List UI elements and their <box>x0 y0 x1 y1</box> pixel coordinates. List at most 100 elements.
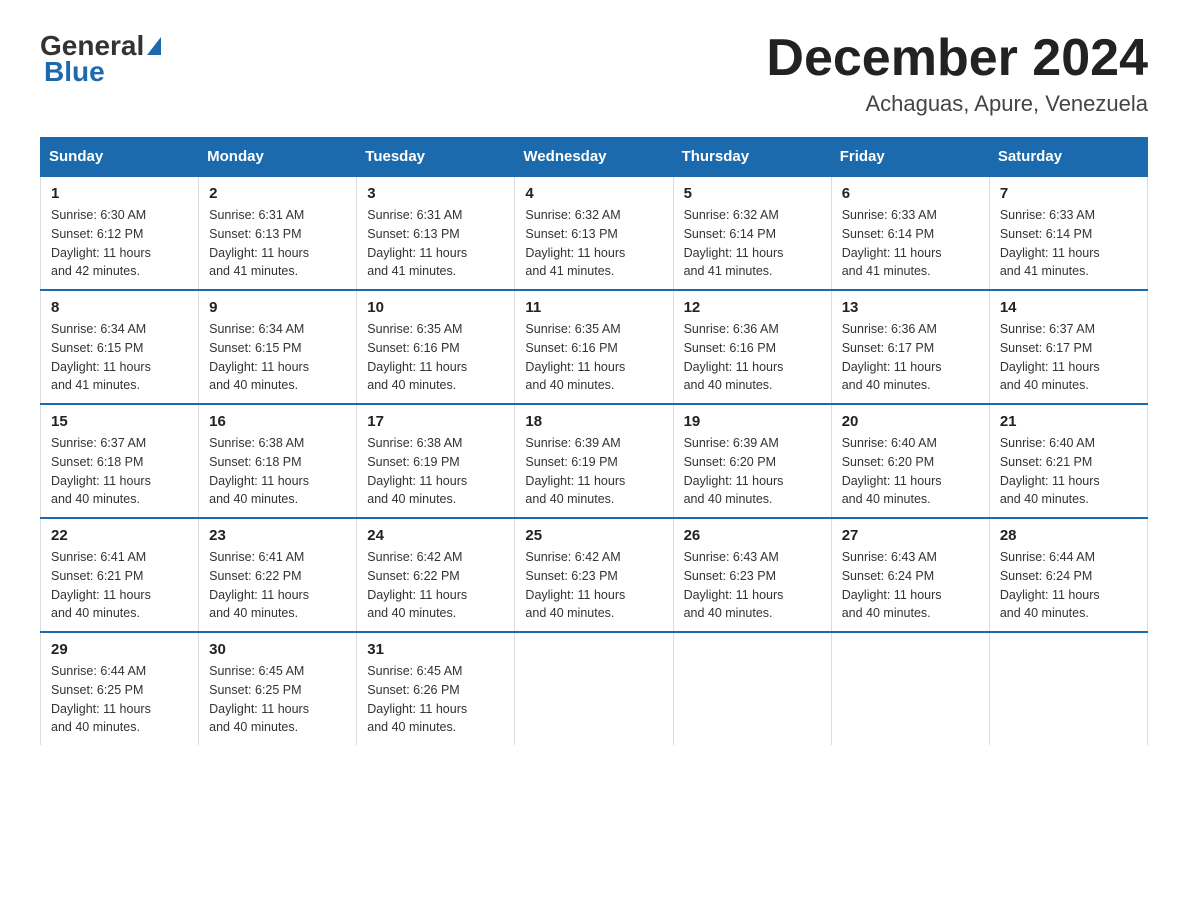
calendar-cell: 26 Sunrise: 6:43 AM Sunset: 6:23 PM Dayl… <box>673 518 831 632</box>
header-day-monday: Monday <box>199 138 357 177</box>
calendar-cell: 2 Sunrise: 6:31 AM Sunset: 6:13 PM Dayli… <box>199 176 357 290</box>
calendar-cell: 24 Sunrise: 6:42 AM Sunset: 6:22 PM Dayl… <box>357 518 515 632</box>
calendar-cell: 3 Sunrise: 6:31 AM Sunset: 6:13 PM Dayli… <box>357 176 515 290</box>
calendar-cell: 29 Sunrise: 6:44 AM Sunset: 6:25 PM Dayl… <box>41 632 199 745</box>
calendar-cell: 12 Sunrise: 6:36 AM Sunset: 6:16 PM Dayl… <box>673 290 831 404</box>
day-number: 9 <box>209 299 346 316</box>
header-day-tuesday: Tuesday <box>357 138 515 177</box>
day-info: Sunrise: 6:42 AM Sunset: 6:23 PM Dayligh… <box>525 548 662 623</box>
calendar-cell: 5 Sunrise: 6:32 AM Sunset: 6:14 PM Dayli… <box>673 176 831 290</box>
day-info: Sunrise: 6:44 AM Sunset: 6:25 PM Dayligh… <box>51 662 188 737</box>
calendar-cell: 10 Sunrise: 6:35 AM Sunset: 6:16 PM Dayl… <box>357 290 515 404</box>
day-number: 11 <box>525 299 662 316</box>
day-info: Sunrise: 6:33 AM Sunset: 6:14 PM Dayligh… <box>842 206 979 281</box>
day-number: 26 <box>684 527 821 544</box>
calendar-cell: 27 Sunrise: 6:43 AM Sunset: 6:24 PM Dayl… <box>831 518 989 632</box>
day-number: 20 <box>842 413 979 430</box>
day-number: 7 <box>1000 185 1137 202</box>
calendar-cell: 9 Sunrise: 6:34 AM Sunset: 6:15 PM Dayli… <box>199 290 357 404</box>
day-info: Sunrise: 6:31 AM Sunset: 6:13 PM Dayligh… <box>367 206 504 281</box>
day-number: 14 <box>1000 299 1137 316</box>
day-number: 13 <box>842 299 979 316</box>
calendar-cell <box>673 632 831 745</box>
calendar-cell: 18 Sunrise: 6:39 AM Sunset: 6:19 PM Dayl… <box>515 404 673 518</box>
day-info: Sunrise: 6:30 AM Sunset: 6:12 PM Dayligh… <box>51 206 188 281</box>
day-info: Sunrise: 6:37 AM Sunset: 6:18 PM Dayligh… <box>51 434 188 509</box>
day-info: Sunrise: 6:44 AM Sunset: 6:24 PM Dayligh… <box>1000 548 1137 623</box>
day-number: 18 <box>525 413 662 430</box>
calendar-week-2: 8 Sunrise: 6:34 AM Sunset: 6:15 PM Dayli… <box>41 290 1148 404</box>
day-number: 28 <box>1000 527 1137 544</box>
calendar-week-5: 29 Sunrise: 6:44 AM Sunset: 6:25 PM Dayl… <box>41 632 1148 745</box>
calendar-cell: 23 Sunrise: 6:41 AM Sunset: 6:22 PM Dayl… <box>199 518 357 632</box>
calendar-cell: 31 Sunrise: 6:45 AM Sunset: 6:26 PM Dayl… <box>357 632 515 745</box>
location-label: Achaguas, Apure, Venezuela <box>766 91 1148 117</box>
calendar-cell: 8 Sunrise: 6:34 AM Sunset: 6:15 PM Dayli… <box>41 290 199 404</box>
day-number: 8 <box>51 299 188 316</box>
calendar-cell: 17 Sunrise: 6:38 AM Sunset: 6:19 PM Dayl… <box>357 404 515 518</box>
header-day-thursday: Thursday <box>673 138 831 177</box>
day-number: 16 <box>209 413 346 430</box>
day-info: Sunrise: 6:38 AM Sunset: 6:18 PM Dayligh… <box>209 434 346 509</box>
calendar-cell: 7 Sunrise: 6:33 AM Sunset: 6:14 PM Dayli… <box>989 176 1147 290</box>
header-day-sunday: Sunday <box>41 138 199 177</box>
day-info: Sunrise: 6:40 AM Sunset: 6:20 PM Dayligh… <box>842 434 979 509</box>
calendar-cell: 25 Sunrise: 6:42 AM Sunset: 6:23 PM Dayl… <box>515 518 673 632</box>
logo-blue: Blue <box>44 56 105 87</box>
day-number: 4 <box>525 185 662 202</box>
calendar-body: 1 Sunrise: 6:30 AM Sunset: 6:12 PM Dayli… <box>41 176 1148 745</box>
day-number: 15 <box>51 413 188 430</box>
header-day-saturday: Saturday <box>989 138 1147 177</box>
day-number: 21 <box>1000 413 1137 430</box>
day-info: Sunrise: 6:39 AM Sunset: 6:20 PM Dayligh… <box>684 434 821 509</box>
day-number: 29 <box>51 641 188 658</box>
calendar-cell: 19 Sunrise: 6:39 AM Sunset: 6:20 PM Dayl… <box>673 404 831 518</box>
logo-triangle-icon <box>147 37 161 55</box>
day-info: Sunrise: 6:32 AM Sunset: 6:13 PM Dayligh… <box>525 206 662 281</box>
calendar-cell: 20 Sunrise: 6:40 AM Sunset: 6:20 PM Dayl… <box>831 404 989 518</box>
day-number: 31 <box>367 641 504 658</box>
calendar-week-3: 15 Sunrise: 6:37 AM Sunset: 6:18 PM Dayl… <box>41 404 1148 518</box>
calendar-cell: 4 Sunrise: 6:32 AM Sunset: 6:13 PM Dayli… <box>515 176 673 290</box>
calendar-cell: 11 Sunrise: 6:35 AM Sunset: 6:16 PM Dayl… <box>515 290 673 404</box>
day-info: Sunrise: 6:40 AM Sunset: 6:21 PM Dayligh… <box>1000 434 1137 509</box>
day-number: 5 <box>684 185 821 202</box>
header-row: SundayMondayTuesdayWednesdayThursdayFrid… <box>41 138 1148 177</box>
calendar-header: SundayMondayTuesdayWednesdayThursdayFrid… <box>41 138 1148 177</box>
calendar-cell: 14 Sunrise: 6:37 AM Sunset: 6:17 PM Dayl… <box>989 290 1147 404</box>
day-info: Sunrise: 6:38 AM Sunset: 6:19 PM Dayligh… <box>367 434 504 509</box>
day-info: Sunrise: 6:35 AM Sunset: 6:16 PM Dayligh… <box>525 320 662 395</box>
page-header: General Blue December 2024 Achaguas, Apu… <box>40 30 1148 117</box>
day-info: Sunrise: 6:45 AM Sunset: 6:25 PM Dayligh… <box>209 662 346 737</box>
day-number: 23 <box>209 527 346 544</box>
day-number: 17 <box>367 413 504 430</box>
day-number: 27 <box>842 527 979 544</box>
day-number: 6 <box>842 185 979 202</box>
day-info: Sunrise: 6:34 AM Sunset: 6:15 PM Dayligh… <box>51 320 188 395</box>
day-info: Sunrise: 6:42 AM Sunset: 6:22 PM Dayligh… <box>367 548 504 623</box>
day-info: Sunrise: 6:37 AM Sunset: 6:17 PM Dayligh… <box>1000 320 1137 395</box>
day-info: Sunrise: 6:43 AM Sunset: 6:24 PM Dayligh… <box>842 548 979 623</box>
calendar-week-4: 22 Sunrise: 6:41 AM Sunset: 6:21 PM Dayl… <box>41 518 1148 632</box>
day-number: 30 <box>209 641 346 658</box>
calendar-cell: 21 Sunrise: 6:40 AM Sunset: 6:21 PM Dayl… <box>989 404 1147 518</box>
day-info: Sunrise: 6:39 AM Sunset: 6:19 PM Dayligh… <box>525 434 662 509</box>
day-number: 3 <box>367 185 504 202</box>
calendar-week-1: 1 Sunrise: 6:30 AM Sunset: 6:12 PM Dayli… <box>41 176 1148 290</box>
day-info: Sunrise: 6:31 AM Sunset: 6:13 PM Dayligh… <box>209 206 346 281</box>
title-section: December 2024 Achaguas, Apure, Venezuela <box>766 30 1148 117</box>
day-info: Sunrise: 6:36 AM Sunset: 6:16 PM Dayligh… <box>684 320 821 395</box>
day-info: Sunrise: 6:35 AM Sunset: 6:16 PM Dayligh… <box>367 320 504 395</box>
day-info: Sunrise: 6:43 AM Sunset: 6:23 PM Dayligh… <box>684 548 821 623</box>
day-info: Sunrise: 6:36 AM Sunset: 6:17 PM Dayligh… <box>842 320 979 395</box>
calendar-cell: 16 Sunrise: 6:38 AM Sunset: 6:18 PM Dayl… <box>199 404 357 518</box>
day-number: 22 <box>51 527 188 544</box>
header-day-wednesday: Wednesday <box>515 138 673 177</box>
header-day-friday: Friday <box>831 138 989 177</box>
day-info: Sunrise: 6:33 AM Sunset: 6:14 PM Dayligh… <box>1000 206 1137 281</box>
day-number: 19 <box>684 413 821 430</box>
day-info: Sunrise: 6:41 AM Sunset: 6:22 PM Dayligh… <box>209 548 346 623</box>
calendar-cell: 28 Sunrise: 6:44 AM Sunset: 6:24 PM Dayl… <box>989 518 1147 632</box>
calendar-cell: 15 Sunrise: 6:37 AM Sunset: 6:18 PM Dayl… <box>41 404 199 518</box>
day-number: 1 <box>51 185 188 202</box>
